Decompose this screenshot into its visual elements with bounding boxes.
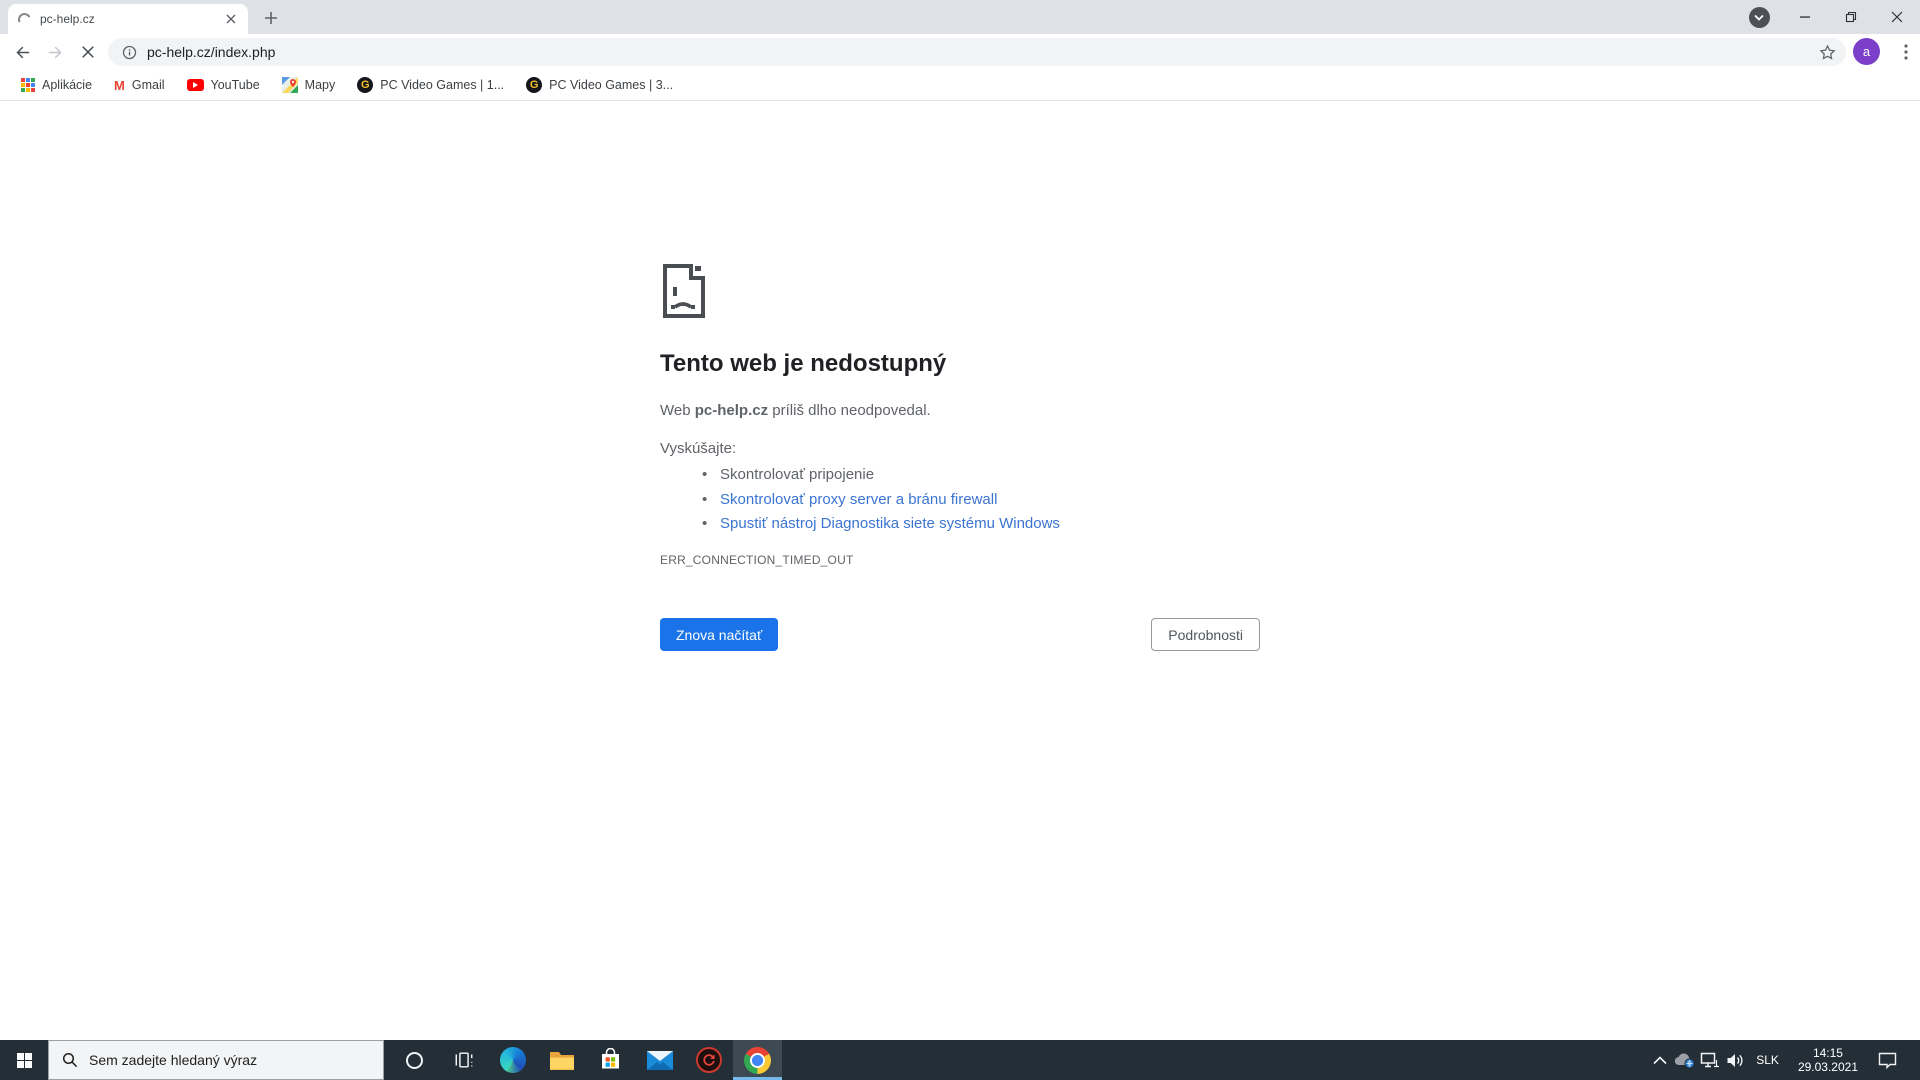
- bookmark-label: PC Video Games | 3...: [549, 78, 674, 92]
- profile-avatar[interactable]: a: [1853, 38, 1880, 65]
- clock-time: 14:15: [1812, 1046, 1843, 1060]
- error-code: ERR_CONNECTION_TIMED_OUT: [660, 553, 854, 567]
- volume-icon[interactable]: [1722, 1040, 1747, 1080]
- new-tab-button[interactable]: [258, 5, 284, 31]
- bookmark-apps[interactable]: Aplikácie: [10, 73, 103, 97]
- bookmark-label: YouTube: [210, 78, 260, 92]
- tab-close-icon[interactable]: [222, 10, 240, 28]
- windows-logo-icon: [16, 1052, 32, 1068]
- language-indicator[interactable]: SLK: [1747, 1053, 1788, 1067]
- edge-button[interactable]: [488, 1040, 537, 1080]
- error-domain: pc-help.cz: [694, 402, 769, 419]
- network-icon[interactable]: [1697, 1040, 1722, 1080]
- error-title: Tento web je nedostupný: [660, 350, 947, 377]
- address-bar[interactable]: pc-help.cz/index.php: [108, 38, 1846, 66]
- error-buttons-row: Znova načítať Podrobnosti: [660, 618, 1260, 652]
- suggestion-check-connection: Skontrolovať pripojenie: [660, 463, 1060, 488]
- forward-button[interactable]: [41, 38, 69, 66]
- url-text[interactable]: pc-help.cz/index.php: [147, 44, 275, 60]
- suggestion-network-diagnostics-link[interactable]: Spustiť nástroj Diagnostika siete systém…: [660, 512, 1060, 537]
- tab-title: pc-help.cz: [40, 12, 95, 26]
- search-icon: [62, 1052, 78, 1068]
- tab-loading-spinner-icon: [16, 10, 33, 28]
- bookmark-youtube[interactable]: YouTube: [176, 73, 271, 97]
- gmail-icon: M: [114, 77, 125, 93]
- avatar-letter: a: [1862, 44, 1871, 59]
- suggestions-list: Skontrolovať pripojenie Skontrolovať pro…: [660, 463, 1060, 537]
- edge-icon: [499, 1047, 526, 1073]
- file-explorer-icon: [549, 1051, 574, 1070]
- clock-date: 29.03.2021: [1797, 1060, 1858, 1074]
- browser-tab[interactable]: pc-help.cz: [8, 4, 248, 34]
- search-placeholder: Sem zadejte hledaný výraz: [89, 1052, 258, 1068]
- taskbar-search-box[interactable]: Sem zadejte hledaný výraz: [48, 1040, 384, 1080]
- red-utility-app-icon: [695, 1047, 722, 1073]
- tab-search-button[interactable]: [1736, 0, 1782, 34]
- clock[interactable]: 14:15 29.03.2021: [1788, 1046, 1868, 1074]
- stop-loading-button[interactable]: [74, 38, 102, 66]
- cloud-sync-icon[interactable]: [1672, 1040, 1697, 1080]
- file-explorer-button[interactable]: [537, 1040, 586, 1080]
- sad-file-icon: [663, 264, 705, 318]
- page-info-icon[interactable]: [122, 45, 137, 60]
- window-close-button[interactable]: [1874, 0, 1920, 34]
- driver-utility-button[interactable]: [684, 1040, 733, 1080]
- error-container: Tento web je nedostupný Web pc-help.cz p…: [660, 263, 1260, 651]
- bookmark-gmail[interactable]: M Gmail: [103, 73, 176, 97]
- suggestion-proxy-firewall-link[interactable]: Skontrolovať proxy server a bránu firewa…: [660, 488, 1060, 513]
- bookmark-label: PC Video Games | 1...: [380, 78, 505, 92]
- chrome-icon: [744, 1046, 771, 1074]
- back-button[interactable]: [8, 38, 36, 66]
- details-button[interactable]: Podrobnosti: [1151, 618, 1260, 651]
- maps-pin-icon: [281, 77, 298, 93]
- g-site-icon: G: [526, 77, 543, 93]
- browser-titlebar: pc-help.cz: [0, 0, 1920, 34]
- page-content: Tento web je nedostupný Web pc-help.cz p…: [0, 101, 1920, 1040]
- bookmark-label: Aplikácie: [42, 78, 93, 92]
- window-minimize-button[interactable]: [1782, 0, 1828, 34]
- mail-icon: [646, 1050, 673, 1070]
- suggestions-heading: Vyskúšajte:: [660, 440, 737, 457]
- task-view-button[interactable]: [439, 1040, 488, 1080]
- cortana-button[interactable]: [390, 1040, 439, 1080]
- bookmark-label: Gmail: [131, 78, 165, 92]
- show-hidden-icons-button[interactable]: [1647, 1040, 1672, 1080]
- mail-button[interactable]: [635, 1040, 684, 1080]
- bookmark-label: Mapy: [304, 78, 336, 92]
- apps-grid-icon: [21, 78, 35, 92]
- cortana-icon: [406, 1051, 423, 1069]
- start-button[interactable]: [0, 1040, 48, 1080]
- chrome-button[interactable]: [733, 1040, 782, 1080]
- browser-menu-button[interactable]: [1894, 38, 1918, 66]
- youtube-icon: [186, 79, 204, 91]
- reload-button[interactable]: Znova načítať: [660, 618, 779, 651]
- browser-toolbar: pc-help.cz/index.php a: [0, 34, 1920, 70]
- windows-taskbar: Sem zadejte hledaný výraz SLK 14:15 29.0…: [0, 1040, 1920, 1080]
- microsoft-store-icon: [602, 1048, 619, 1069]
- error-message: Web pc-help.cz príliš dlho neodpovedal.: [660, 402, 931, 419]
- bookmark-pc-video-games-1[interactable]: G PC Video Games | 1...: [346, 73, 515, 97]
- system-tray: SLK 14:15 29.03.2021: [1647, 1040, 1920, 1080]
- bookmark-star-icon[interactable]: [1819, 44, 1836, 61]
- task-view-icon: [455, 1052, 472, 1068]
- tab-search-chevron-icon: [1748, 6, 1770, 28]
- bookmarks-bar: Aplikácie M Gmail YouTube Mapy G PC Vide…: [0, 70, 1920, 101]
- window-restore-button[interactable]: [1828, 0, 1874, 34]
- bookmark-maps[interactable]: Mapy: [271, 73, 347, 97]
- action-center-button[interactable]: [1868, 1040, 1906, 1080]
- microsoft-store-button[interactable]: [586, 1040, 635, 1080]
- g-site-icon: G: [357, 77, 374, 93]
- bookmark-pc-video-games-3[interactable]: G PC Video Games | 3...: [515, 73, 684, 97]
